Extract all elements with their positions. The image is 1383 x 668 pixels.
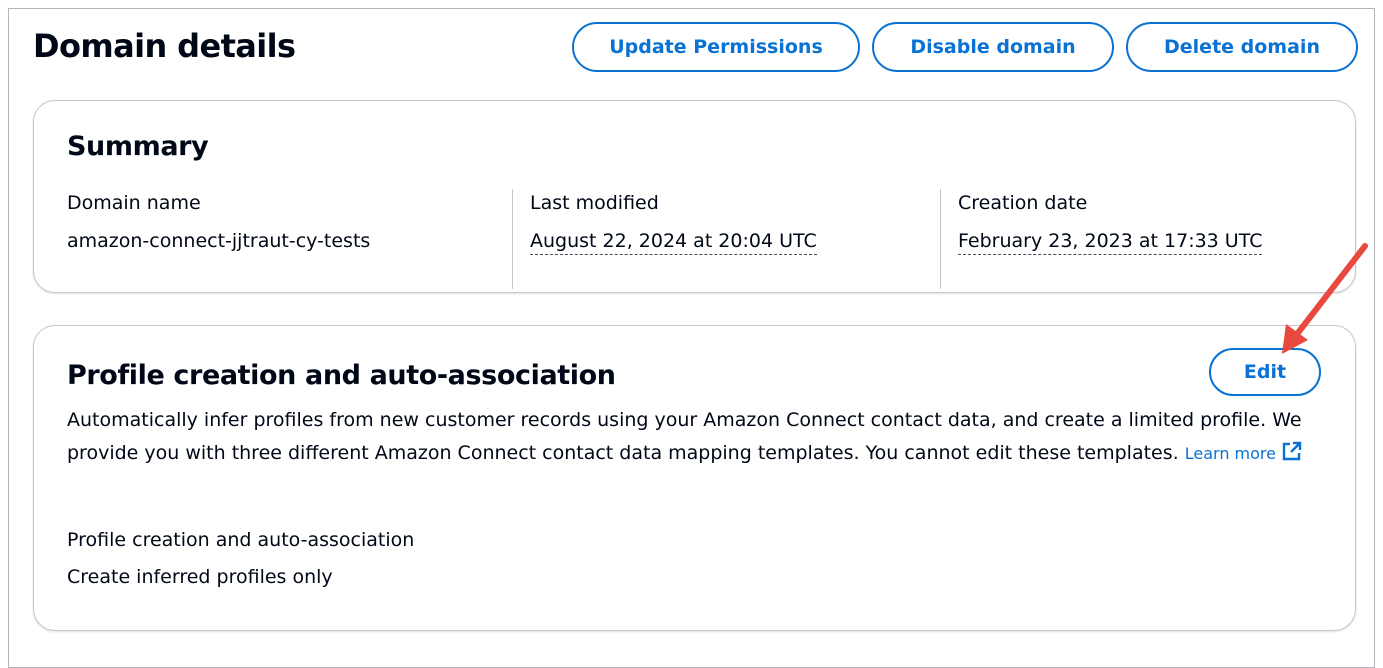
domain-name-field: Domain name amazon-connect-jjtraut-cy-te… — [67, 189, 477, 277]
update-permissions-button[interactable]: Update Permissions — [572, 22, 860, 72]
profile-field-label: Profile creation and auto-association — [67, 529, 415, 551]
external-link-icon — [1281, 440, 1302, 473]
field-label: Domain name — [67, 192, 201, 214]
summary-card: Summary Domain name amazon-connect-jjtra… — [33, 100, 1356, 293]
learn-more-label: Learn more — [1184, 444, 1276, 463]
learn-more-link[interactable]: Learn more — [1184, 441, 1302, 463]
summary-fields: Domain name amazon-connect-jjtraut-cy-te… — [67, 189, 1355, 289]
profile-card: Profile creation and auto-association Ed… — [33, 325, 1356, 631]
creation-date-value[interactable]: February 23, 2023 at 17:33 UTC — [958, 230, 1263, 255]
page-title: Domain details — [33, 27, 296, 65]
field-label: Last modified — [530, 192, 659, 214]
last-modified-value[interactable]: August 22, 2024 at 20:04 UTC — [530, 230, 817, 255]
delete-domain-button[interactable]: Delete domain — [1126, 22, 1358, 72]
profile-description: Automatically infer profiles from new cu… — [67, 404, 1327, 473]
field-value: amazon-connect-jjtraut-cy-tests — [67, 230, 371, 252]
summary-heading: Summary — [67, 131, 209, 162]
profile-heading: Profile creation and auto-association — [67, 360, 616, 391]
profile-field-value: Create inferred profiles only — [67, 566, 333, 588]
field-label: Creation date — [958, 192, 1088, 214]
disable-domain-button[interactable]: Disable domain — [872, 22, 1114, 72]
description-text: Automatically infer profiles from new cu… — [67, 409, 1302, 464]
edit-button[interactable]: Edit — [1209, 348, 1321, 396]
creation-date-field: Creation date February 23, 2023 at 17:33… — [940, 189, 1360, 277]
last-modified-field: Last modified August 22, 2024 at 20:04 U… — [512, 189, 922, 277]
header-actions: Update Permissions Disable domain Delete… — [572, 22, 1358, 72]
